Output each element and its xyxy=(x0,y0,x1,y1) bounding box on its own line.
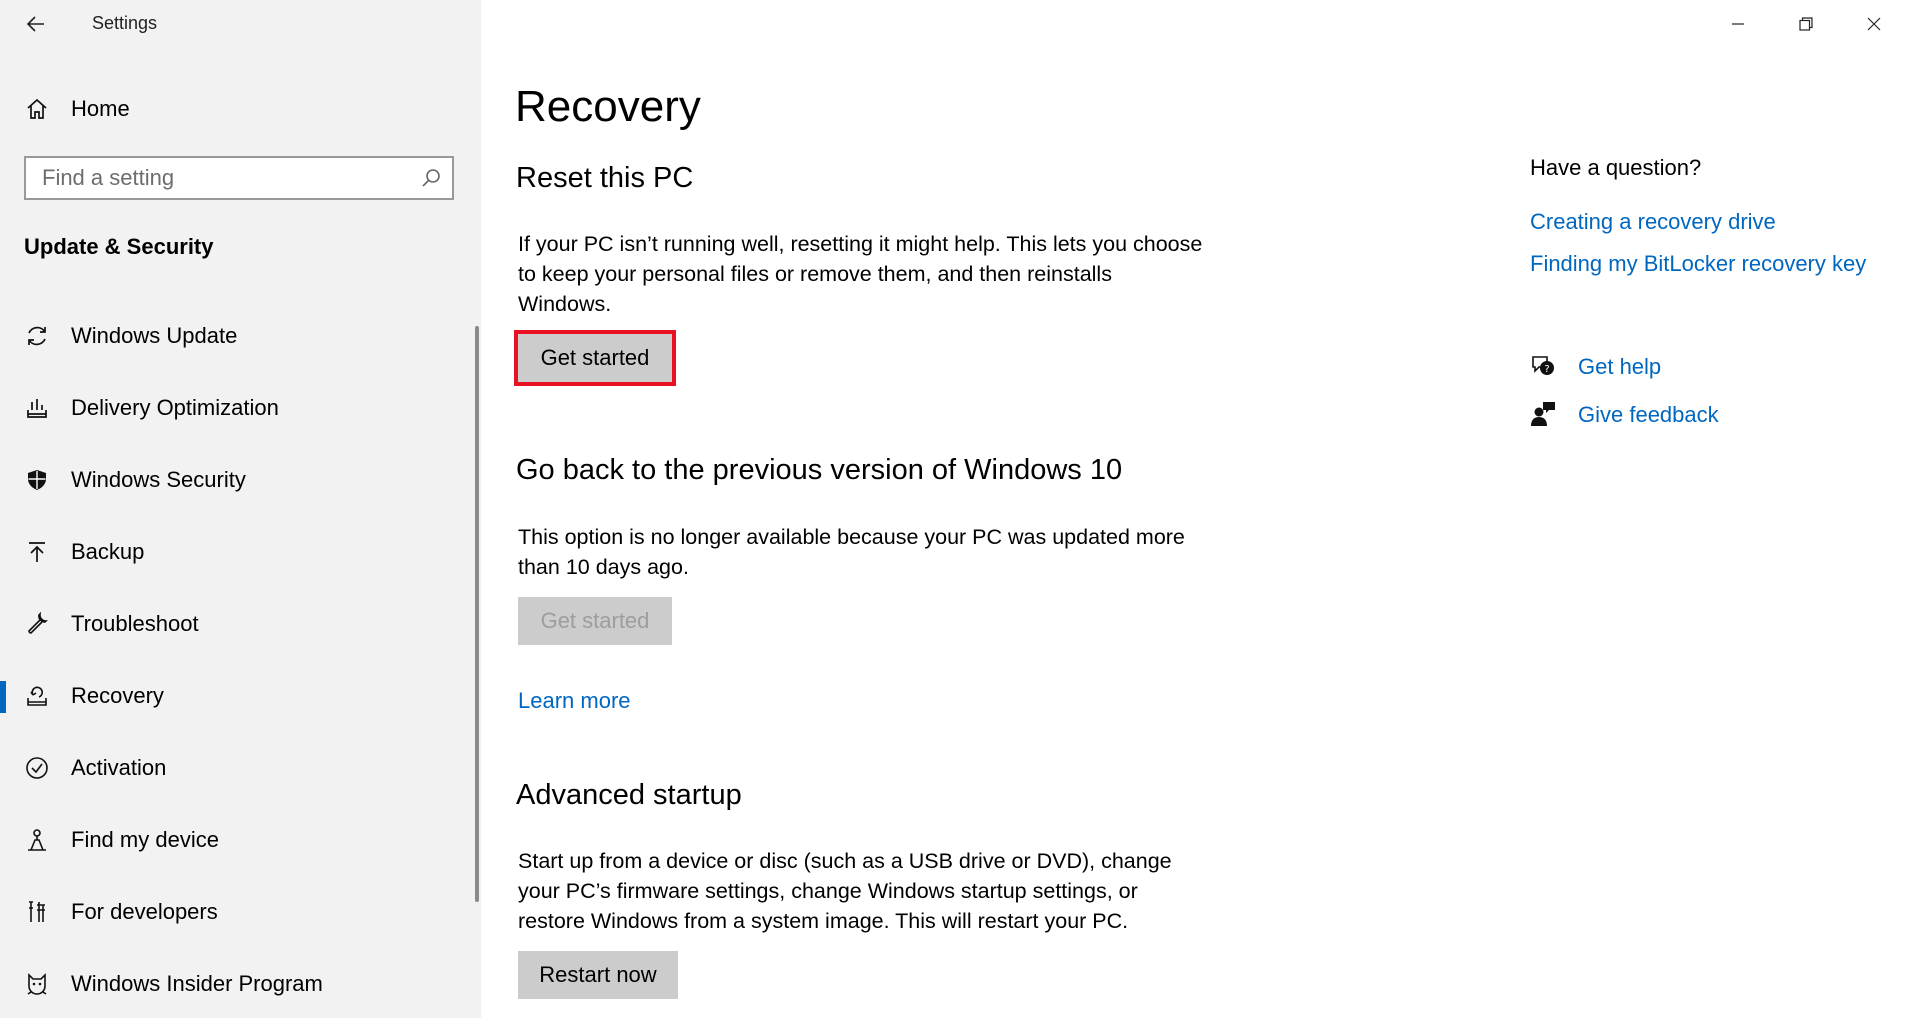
nav-label: For developers xyxy=(71,899,218,924)
nav-item-for-developers[interactable]: For developers xyxy=(0,887,470,937)
get-help-link[interactable]: Get help xyxy=(1578,354,1661,380)
search-box[interactable] xyxy=(24,156,454,200)
get-help-icon: ? xyxy=(1532,356,1554,375)
back-button[interactable] xyxy=(20,8,52,40)
go-back-heading: Go back to the previous version of Windo… xyxy=(516,454,1123,486)
advanced-startup-heading: Advanced startup xyxy=(516,779,742,811)
delivery-optimization-icon xyxy=(24,395,50,421)
search-icon[interactable] xyxy=(420,167,442,189)
recovery-icon xyxy=(24,683,50,709)
developer-tools-icon xyxy=(24,899,50,925)
learn-more-link[interactable]: Learn more xyxy=(518,688,631,714)
nav-item-find-my-device[interactable]: Find my device xyxy=(0,815,470,865)
page-title: Recovery xyxy=(515,82,701,131)
nav-item-windows-security[interactable]: Windows Security xyxy=(0,455,470,505)
nav-item-troubleshoot[interactable]: Troubleshoot xyxy=(0,599,470,649)
bitlocker-recovery-key-link[interactable]: Finding my BitLocker recovery key xyxy=(1530,251,1866,277)
close-button[interactable] xyxy=(1840,0,1908,48)
nav-item-recovery[interactable]: Recovery xyxy=(0,671,470,721)
restart-now-button[interactable]: Restart now xyxy=(518,951,678,999)
backup-arrow-icon xyxy=(24,539,50,565)
selection-indicator xyxy=(0,681,6,713)
nav-home-label: Home xyxy=(71,96,130,121)
home-icon xyxy=(24,96,50,122)
search-input[interactable] xyxy=(26,158,412,198)
close-icon xyxy=(1867,17,1881,31)
insider-cat-icon xyxy=(24,971,50,997)
sidebar-scrollbar[interactable] xyxy=(475,326,479,902)
back-arrow-icon xyxy=(26,16,44,32)
creating-recovery-drive-link[interactable]: Creating a recovery drive xyxy=(1530,209,1776,235)
give-feedback-icon xyxy=(1531,402,1555,426)
nav-label: Windows Update xyxy=(71,323,238,348)
wrench-icon xyxy=(24,611,50,637)
nav-item-windows-update[interactable]: Windows Update xyxy=(0,311,470,361)
nav-label: Windows Security xyxy=(71,467,246,492)
nav-home[interactable]: Home xyxy=(0,86,481,132)
nav-label: Troubleshoot xyxy=(71,611,199,636)
nav-label: Delivery Optimization xyxy=(71,395,279,420)
nav-item-windows-insider-program[interactable]: Windows Insider Program xyxy=(0,959,470,1009)
minimize-button[interactable] xyxy=(1704,0,1772,48)
reset-heading: Reset this PC xyxy=(516,162,694,194)
restore-button[interactable] xyxy=(1772,0,1840,48)
app-title: Settings xyxy=(92,13,158,33)
shield-icon xyxy=(24,467,50,493)
nav-label: Find my device xyxy=(71,827,219,852)
advanced-startup-description: Start up from a device or disc (such as … xyxy=(518,849,1172,933)
nav-label: Windows Insider Program xyxy=(71,971,323,996)
person-location-icon xyxy=(24,827,50,853)
svg-text:?: ? xyxy=(1544,364,1549,375)
sidebar: Settings Home Update & Security Windows … xyxy=(0,0,481,1018)
go-back-description: This option is no longer available becau… xyxy=(518,525,1185,579)
nav-item-delivery-optimization[interactable]: Delivery Optimization xyxy=(0,383,470,433)
give-feedback-link[interactable]: Give feedback xyxy=(1578,402,1719,428)
go-back-get-started-button[interactable]: Get started xyxy=(518,597,672,645)
nav-item-activation[interactable]: Activation xyxy=(0,743,470,793)
nav-item-backup[interactable]: Backup xyxy=(0,527,470,577)
nav-label: Backup xyxy=(71,539,145,564)
nav-label: Recovery xyxy=(71,683,164,708)
reset-get-started-button[interactable]: Get started xyxy=(514,330,676,386)
check-circle-icon xyxy=(24,755,50,781)
minimize-icon xyxy=(1732,23,1744,25)
window-controls xyxy=(1704,0,1908,48)
reset-description: If your PC isn’t running well, resetting… xyxy=(518,232,1203,316)
restore-icon xyxy=(1799,17,1813,31)
nav-label: Activation xyxy=(71,755,167,780)
help-heading: Have a question? xyxy=(1530,155,1702,180)
main-content: Recovery Reset this PC If your PC isn’t … xyxy=(481,0,1908,1018)
section-title: Update & Security xyxy=(24,234,214,259)
title-bar: Settings xyxy=(0,0,481,48)
sync-icon xyxy=(24,323,50,349)
